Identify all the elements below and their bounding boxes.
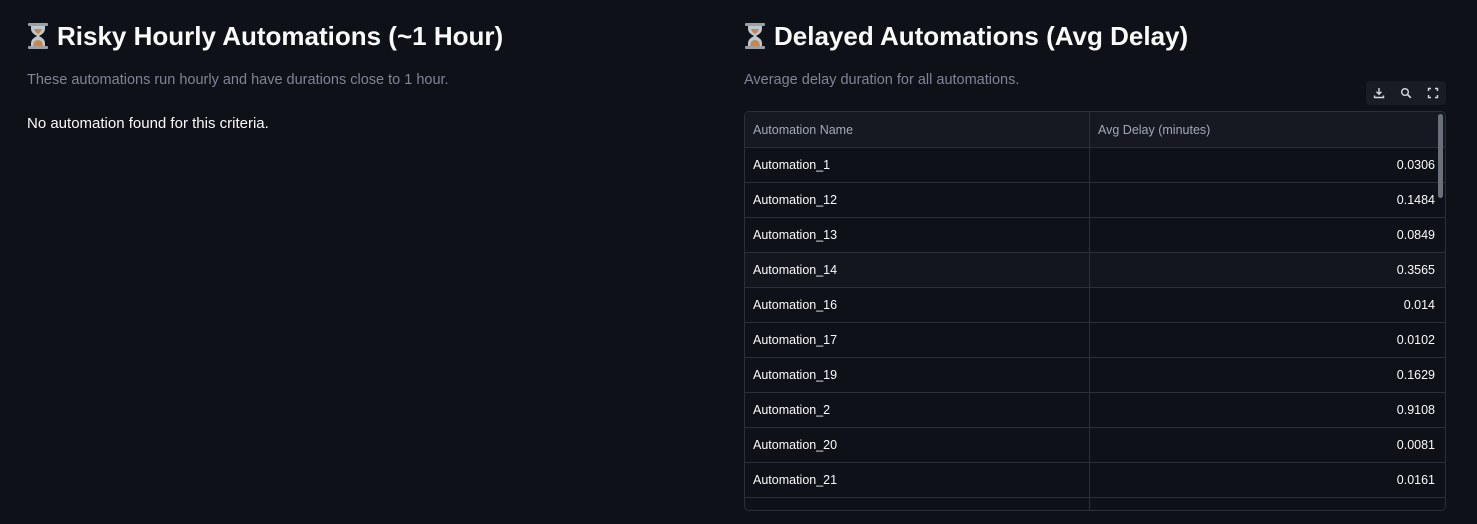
table-row[interactable]: Automation_16 0.014 <box>745 288 1445 323</box>
section-title-risky: Risky Hourly Automations (~1 Hour) <box>27 18 503 54</box>
cell-automation-name: Automation_13 <box>745 218 1090 252</box>
cell-automation-name: Automation_20 <box>745 428 1090 462</box>
table-row-partial[interactable] <box>745 498 1445 510</box>
cell-avg-delay: 0.9108 <box>1396 403 1435 417</box>
cell-automation-name <box>745 498 1090 510</box>
table-row[interactable]: Automation_21 0.0161 <box>745 463 1445 498</box>
table-scrollbar[interactable] <box>1438 114 1443 198</box>
cell-avg-delay <box>1090 498 1445 510</box>
table-header: Automation Name Avg Delay (minutes) <box>745 112 1445 148</box>
table-row[interactable]: Automation_19 0.1629 <box>745 358 1445 393</box>
risky-caption: These automations run hourly and have du… <box>27 72 449 88</box>
cell-automation-name: Automation_1 <box>745 148 1090 182</box>
table-row[interactable]: Automation_14 0.3565 <box>745 253 1445 288</box>
column-header-name[interactable]: Automation Name <box>745 112 1090 147</box>
cell-avg-delay: 0.0102 <box>1396 333 1435 347</box>
hourglass-icon <box>27 23 49 49</box>
table-row[interactable]: Automation_20 0.0081 <box>745 428 1445 463</box>
fullscreen-button[interactable] <box>1423 83 1443 103</box>
empty-message: No automation found for this criteria. <box>27 115 269 132</box>
download-button[interactable] <box>1369 83 1389 103</box>
section-title-delayed: Delayed Automations (Avg Delay) <box>744 18 1188 54</box>
cell-avg-delay: 0.0849 <box>1396 228 1435 242</box>
table-row[interactable]: Automation_13 0.0849 <box>745 218 1445 253</box>
cell-automation-name: Automation_17 <box>745 323 1090 357</box>
cell-automation-name: Automation_21 <box>745 463 1090 497</box>
column-header-delay[interactable]: Avg Delay (minutes) <box>1090 112 1445 147</box>
hourglass-icon <box>744 23 766 49</box>
table-row[interactable]: Automation_17 0.0102 <box>745 323 1445 358</box>
cell-avg-delay: 0.3565 <box>1396 263 1435 277</box>
delayed-title-text: Delayed Automations (Avg Delay) <box>774 20 1189 51</box>
table-toolbar <box>1366 81 1446 105</box>
cell-automation-name: Automation_19 <box>745 358 1090 392</box>
cell-automation-name: Automation_2 <box>745 393 1090 427</box>
cell-automation-name: Automation_16 <box>745 288 1090 322</box>
cell-avg-delay: 0.0081 <box>1396 438 1435 452</box>
delay-table[interactable]: Automation Name Avg Delay (minutes) Auto… <box>744 111 1446 511</box>
cell-avg-delay: 0.0161 <box>1396 473 1435 487</box>
cell-avg-delay: 0.014 <box>1403 298 1435 312</box>
fullscreen-icon <box>1427 87 1438 99</box>
cell-automation-name: Automation_14 <box>745 253 1090 287</box>
table-row[interactable]: Automation_1 0.0306 <box>745 148 1445 183</box>
search-icon <box>1400 88 1412 99</box>
risky-title-text: Risky Hourly Automations (~1 Hour) <box>57 20 504 51</box>
cell-automation-name: Automation_12 <box>745 183 1090 217</box>
download-icon <box>1374 88 1385 99</box>
cell-avg-delay: 0.1484 <box>1396 193 1435 207</box>
cell-avg-delay: 0.0306 <box>1396 158 1435 172</box>
delayed-caption: Average delay duration for all automatio… <box>744 72 1020 88</box>
cell-avg-delay: 0.1629 <box>1396 368 1435 382</box>
search-button[interactable] <box>1396 83 1416 103</box>
table-row[interactable]: Automation_2 0.9108 <box>745 393 1445 428</box>
table-row[interactable]: Automation_12 0.1484 <box>745 183 1445 218</box>
